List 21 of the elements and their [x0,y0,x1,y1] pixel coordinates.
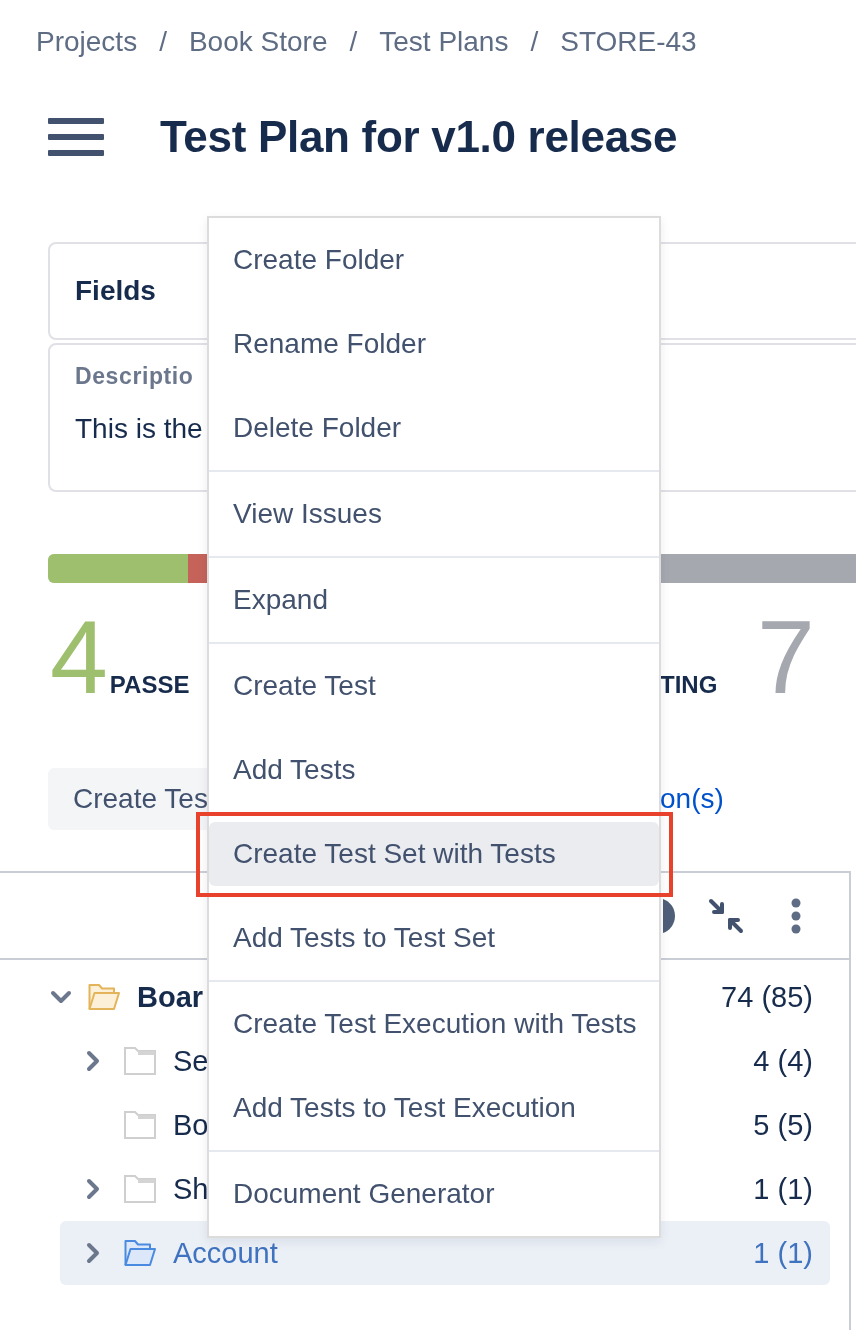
stat-label: TING [660,671,718,699]
test-count: 4 (4) [753,1044,813,1078]
description-label: Descriptio [75,362,194,391]
folder-name: Se [173,1044,209,1078]
test-count: 1 (1) [753,1236,813,1270]
stat-count: 4 [50,605,108,709]
fields-title: Fields [75,275,156,307]
folder-name: Sh [173,1172,209,1206]
test-count: 74 (85) [721,980,813,1014]
test-count: 1 (1) [753,1172,813,1206]
description-text: This is the [75,412,203,446]
page-title: Test Plan for v1.0 release [160,112,678,162]
breadcrumb-separator: / [349,25,358,59]
folder-name: Boar [137,980,204,1014]
stat-count: 7 [757,605,815,709]
test-count: 5 (5) [753,1108,813,1142]
breadcrumb-separator: / [159,25,167,59]
folder-name: Account [173,1236,278,1270]
folder-name: Bo [173,1108,209,1142]
breadcrumb-separator: / [530,25,539,59]
stat-label: PASSE [109,671,190,699]
